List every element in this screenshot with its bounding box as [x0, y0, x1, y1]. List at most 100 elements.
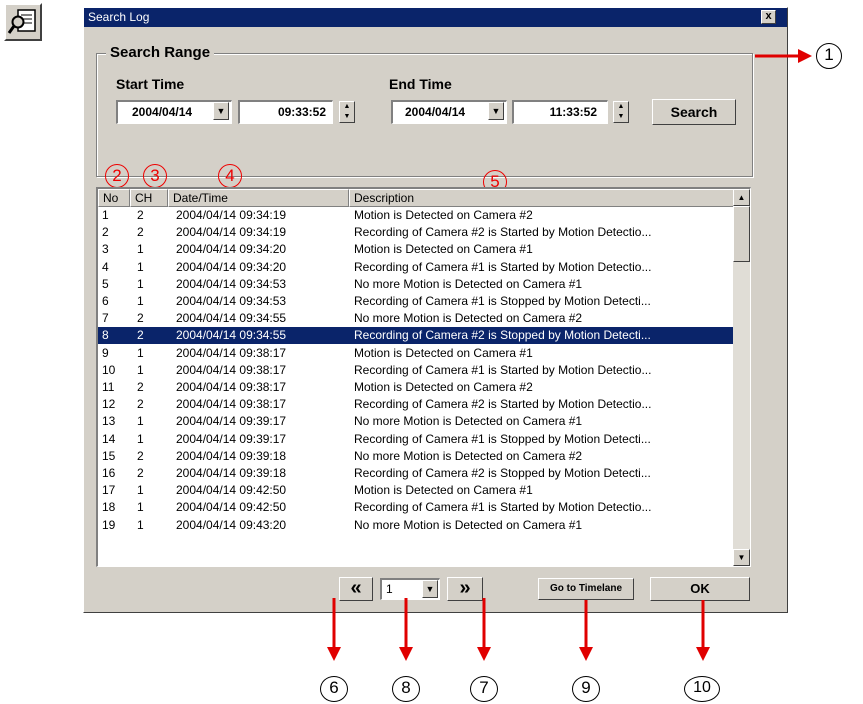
- table-row[interactable]: 12 2 2004/04/14 09:38:17 Recording of Camer…: [98, 396, 734, 413]
- cell-ch: 2: [137, 380, 144, 394]
- arrowhead-10: [696, 647, 710, 661]
- table-row[interactable]: 8 2 2004/04/14 09:34:55 Recording of Camera…: [98, 327, 734, 345]
- table-row[interactable]: 7 2 2004/04/14 09:34:55 No more Motion is D…: [98, 310, 734, 327]
- end-time-label: End Time: [389, 76, 452, 92]
- search-button[interactable]: Search: [652, 99, 736, 125]
- cell-ch: 1: [137, 500, 144, 515]
- cell-description: Recording of Camera #1 is Stopped by Mot…: [354, 431, 651, 446]
- cell-datetime: 2004/04/14 09:38:17: [176, 362, 287, 377]
- cell-description: Recording of Camera #1 is Started by Mot…: [354, 259, 652, 274]
- cell-no: 5: [102, 276, 109, 291]
- callout-10: 10: [684, 676, 720, 702]
- cell-no: 19: [102, 517, 116, 532]
- start-time-value: 09:33:52: [277, 105, 326, 119]
- cell-datetime: 2004/04/14 09:43:20: [176, 517, 287, 532]
- arrowhead-8: [399, 647, 413, 661]
- cell-description: Recording of Camera #2 is Stopped by Mot…: [354, 466, 651, 480]
- start-time-spinner[interactable]: ▲ ▼: [339, 101, 355, 123]
- cell-ch: 2: [137, 466, 144, 480]
- cell-ch: 1: [137, 414, 144, 429]
- table-row[interactable]: 19 1 2004/04/14 09:43:20 No more Motion is …: [98, 517, 734, 534]
- column-header-description[interactable]: Description: [349, 189, 734, 207]
- cell-ch: 1: [137, 517, 144, 532]
- log-table[interactable]: No CH Date/Time Description 1 2 2004/04/14…: [96, 187, 751, 567]
- cell-datetime: 2004/04/14 09:34:55: [176, 311, 287, 326]
- cell-no: 9: [102, 345, 109, 360]
- column-header-no[interactable]: No: [98, 189, 130, 207]
- cell-no: 15: [102, 448, 116, 463]
- chevron-up-icon: ▲: [737, 193, 746, 202]
- page-dropdown-button[interactable]: ▼: [422, 580, 438, 598]
- end-date-value: 2004/04/14: [405, 105, 466, 119]
- spin-arrows-icon: ▲ ▼: [617, 103, 625, 120]
- cell-description: No more Motion is Detected on Camera #2: [354, 448, 583, 463]
- end-time-spinner[interactable]: ▲ ▼: [613, 101, 629, 123]
- column-header-ch[interactable]: CH: [130, 189, 168, 207]
- callout-8: 8: [392, 676, 420, 702]
- callout-1: 1: [816, 43, 842, 69]
- table-row[interactable]: 1 2 2004/04/14 09:34:19 Motion is Detected …: [98, 207, 734, 224]
- cell-no: 16: [102, 466, 116, 480]
- start-time-field[interactable]: 09:33:52: [238, 100, 333, 124]
- close-button[interactable]: x: [761, 10, 776, 24]
- table-row[interactable]: 16 2 2004/04/14 09:39:18 Recording of Camer…: [98, 465, 734, 482]
- end-time-field[interactable]: 11:33:52: [512, 100, 608, 124]
- cell-no: 12: [102, 397, 116, 412]
- cell-description: Recording of Camera #1 is Started by Mot…: [354, 362, 652, 377]
- scroll-up-button[interactable]: ▲: [733, 189, 750, 206]
- next-page-button[interactable]: »: [447, 577, 483, 601]
- end-date-dropdown[interactable]: ▼: [488, 102, 504, 120]
- cell-ch: 1: [137, 294, 144, 308]
- cell-ch: 2: [137, 208, 144, 222]
- cell-datetime: 2004/04/14 09:39:17: [176, 431, 287, 446]
- table-row[interactable]: 9 1 2004/04/14 09:38:17 Motion is Detected …: [98, 345, 734, 362]
- cell-ch: 2: [137, 225, 144, 240]
- cell-datetime: 2004/04/14 09:34:53: [176, 294, 287, 308]
- callout-7: 7: [470, 676, 498, 702]
- table-row[interactable]: 13 1 2004/04/14 09:39:17 No more Motion is …: [98, 413, 734, 430]
- cell-description: Recording of Camera #2 is Stopped by Mot…: [354, 328, 651, 343]
- arrowhead-1: [798, 49, 812, 63]
- scroll-thumb[interactable]: [733, 206, 750, 262]
- cell-description: No more Motion is Detected on Camera #1: [354, 414, 583, 429]
- table-row[interactable]: 3 1 2004/04/14 09:34:20 Motion is Detected …: [98, 241, 734, 258]
- go-to-timelane-button[interactable]: Go to Timelane: [538, 578, 634, 600]
- cell-ch: 1: [137, 242, 144, 257]
- callout-3: 3: [143, 164, 167, 188]
- arrowhead-6: [327, 647, 341, 661]
- cell-datetime: 2004/04/14 09:38:17: [176, 345, 287, 360]
- list-scrollbar[interactable]: ▲ ▼: [733, 189, 750, 566]
- table-row[interactable]: 4 1 2004/04/14 09:34:20 Recording of Camera…: [98, 259, 734, 276]
- cell-datetime: 2004/04/14 09:39:18: [176, 448, 287, 463]
- chevron-down-icon: ▼: [737, 553, 746, 562]
- cell-no: 7: [102, 311, 109, 326]
- column-header-datetime[interactable]: Date/Time: [168, 189, 349, 207]
- table-row[interactable]: 18 1 2004/04/14 09:42:50 Recording of Camer…: [98, 499, 734, 516]
- table-row[interactable]: 10 1 2004/04/14 09:38:17 Recording of Camer…: [98, 362, 734, 379]
- cell-description: Motion is Detected on Camera #2: [354, 380, 533, 394]
- scroll-down-button[interactable]: ▼: [733, 549, 750, 566]
- cell-no: 17: [102, 483, 116, 498]
- table-row[interactable]: 2 2 2004/04/14 09:34:19 Recording of Camera…: [98, 224, 734, 241]
- table-row[interactable]: 17 1 2004/04/14 09:42:50 Motion is Detected…: [98, 482, 734, 499]
- cell-datetime: 2004/04/14 09:34:20: [176, 259, 287, 274]
- cell-description: Recording of Camera #2 is Started by Mot…: [354, 397, 652, 412]
- log-search-icon[interactable]: [4, 3, 42, 41]
- cell-no: 6: [102, 294, 109, 308]
- arrowhead-9: [579, 647, 593, 661]
- chevron-down-icon: ▼: [425, 584, 435, 594]
- cell-ch: 2: [137, 328, 144, 343]
- table-row[interactable]: 11 2 2004/04/14 09:38:17 Motion is Detected…: [98, 379, 734, 396]
- start-date-dropdown[interactable]: ▼: [213, 102, 229, 120]
- table-row[interactable]: 5 1 2004/04/14 09:34:53 No more Motion is D…: [98, 276, 734, 293]
- cell-description: Motion is Detected on Camera #1: [354, 345, 533, 360]
- cell-ch: 2: [137, 311, 144, 326]
- table-row[interactable]: 14 1 2004/04/14 09:39:17 Recording of Camer…: [98, 431, 734, 448]
- start-date-value: 2004/04/14: [132, 105, 193, 119]
- table-row[interactable]: 15 2 2004/04/14 09:39:18 No more Motion is …: [98, 448, 734, 465]
- cell-datetime: 2004/04/14 09:34:53: [176, 276, 287, 291]
- ok-button[interactable]: OK: [650, 577, 750, 601]
- title-bar[interactable]: [84, 8, 787, 27]
- previous-page-button[interactable]: «: [339, 577, 373, 601]
- table-row[interactable]: 6 1 2004/04/14 09:34:53 Recording of Camera…: [98, 293, 734, 310]
